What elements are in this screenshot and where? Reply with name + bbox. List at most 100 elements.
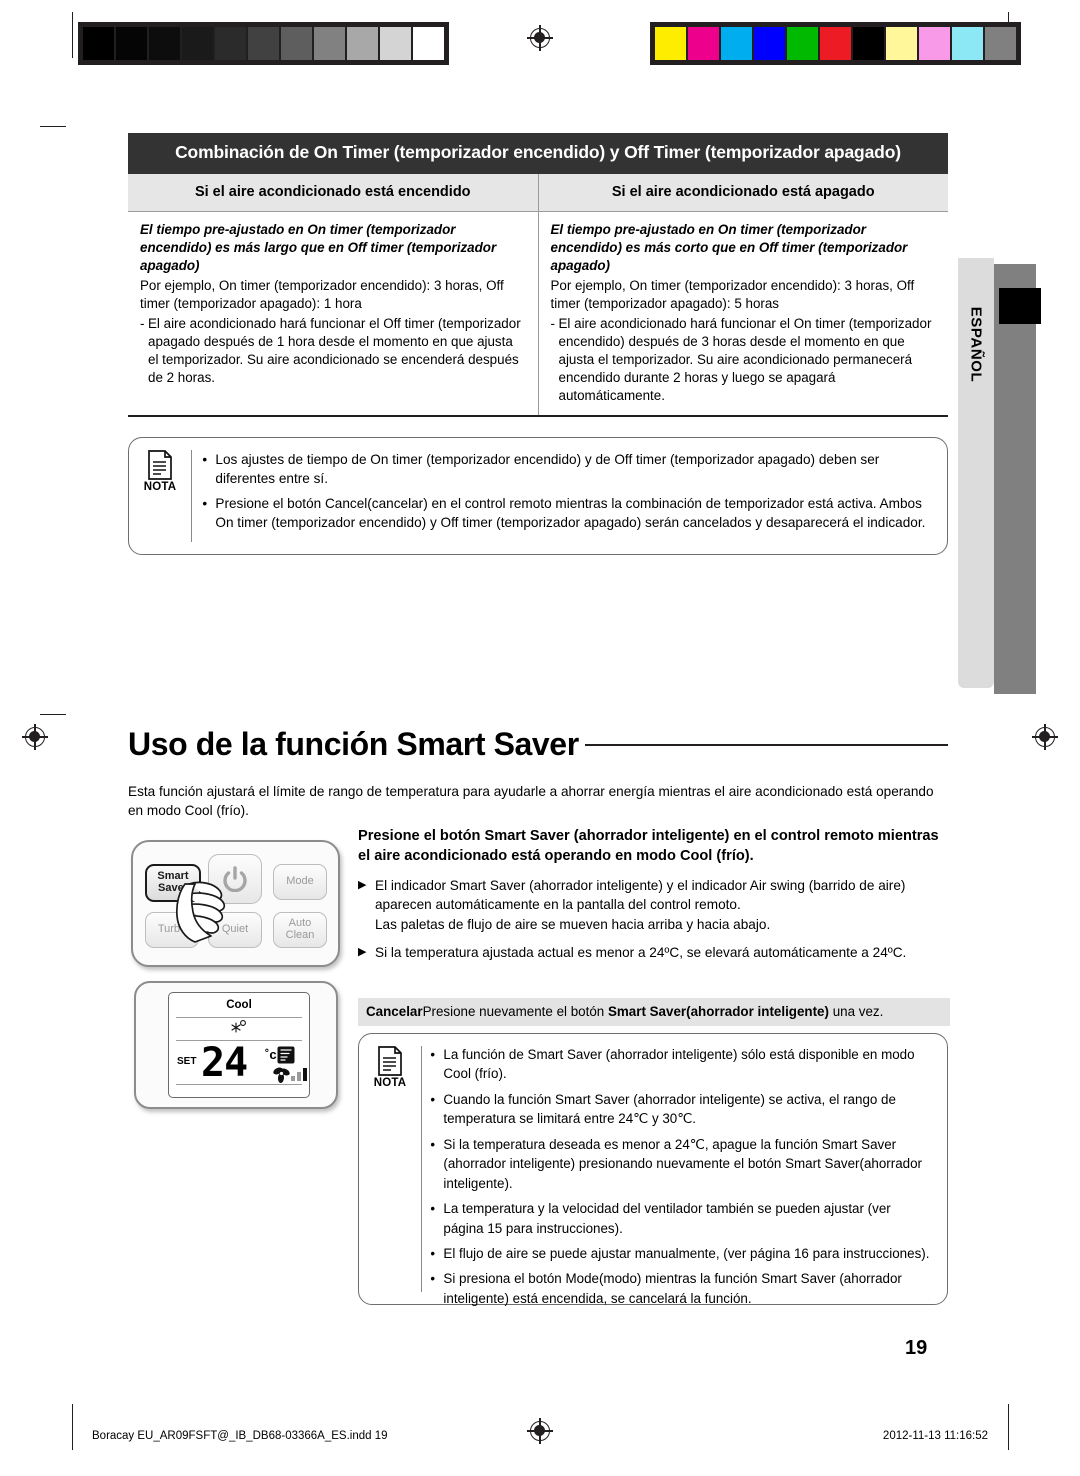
table-header-off: Si el aire acondicionado está apagado	[611, 184, 875, 200]
note-item-text: Los ajustes de tiempo de On timer (tempo…	[215, 452, 880, 487]
arrow-glyph: ▶	[358, 945, 367, 958]
note-item-text: La temperatura y la velocidad del ventil…	[443, 1201, 891, 1236]
language-tab-marker	[999, 288, 1041, 324]
bullet-glyph: •	[430, 1271, 436, 1287]
note-list-item: • Presione el botón Cancel(cancelar) en …	[202, 494, 931, 533]
note-list-item: • Si presiona el botón Mode(modo) mientr…	[430, 1269, 933, 1308]
note-list-item: • Si la temperatura deseada es menor a 2…	[430, 1135, 933, 1193]
remote-button-label: Turbo	[157, 923, 187, 936]
instruction-item: ▶ Si la temperatura ajustada actual es m…	[358, 943, 950, 962]
language-tab-label: ESPAÑOL	[967, 306, 985, 383]
note-body: • La función de Smart Saver (ahorrador i…	[422, 1034, 947, 1306]
note-body: • Los ajustes de tiempo de On timer (tem…	[192, 438, 947, 554]
note-list-item: • La temperatura y la velocidad del vent…	[430, 1199, 933, 1238]
table-cell-heading: El tiempo pre-ajustado en On timer (temp…	[550, 222, 908, 273]
bullet-glyph: •	[202, 495, 208, 511]
bullet-glyph: •	[430, 1091, 436, 1107]
cancel-label: Cancelar	[366, 1004, 423, 1019]
bullet-glyph: •	[430, 1047, 436, 1062]
remote-button-power	[208, 854, 262, 904]
table-cell-right: El tiempo pre-ajustado en On timer (temp…	[539, 212, 949, 415]
remote-button-auto-clean: Auto Clean	[273, 912, 327, 948]
table-body: El tiempo pre-ajustado en On timer (temp…	[128, 211, 948, 417]
fan-speed-bars	[291, 1067, 307, 1081]
language-tab: ESPAÑOL	[958, 258, 994, 688]
table-cell-detail: El aire acondicionado hará funcionar el …	[558, 315, 932, 403]
table-column-headers: Si el aire acondicionado está encendido …	[128, 174, 948, 211]
table-cell-heading: El tiempo pre-ajustado en On timer (temp…	[140, 222, 497, 273]
bullet-glyph: •	[430, 1245, 436, 1261]
table-cell-detail-row: - El aire acondicionado hará funcionar e…	[140, 315, 526, 387]
lcd-divider	[176, 1017, 302, 1018]
note-label: NOTA	[373, 1077, 407, 1089]
table-title: Combinación de On Timer (temporizador en…	[128, 133, 948, 174]
note-list-item: • La función de Smart Saver (ahorrador i…	[430, 1045, 933, 1084]
remote-control-illustration: Smart Saver Mode Turbo Quiet Auto Clean	[131, 840, 340, 967]
trim-mark-bottom-left	[72, 1404, 74, 1450]
fan-bar-1	[297, 1072, 301, 1081]
note-item-text: Si presiona el botón Mode(modo) mientras…	[443, 1271, 902, 1306]
lcd-screen: Cool SET 24 ˚c	[168, 992, 310, 1098]
trim-mark-left-short	[40, 126, 66, 128]
instruction-text: El indicador Smart Saver (ahorrador inte…	[375, 878, 906, 932]
page-title: Uso de la función Smart Saver	[128, 726, 579, 762]
cancel-text-before: Presione nuevamente el botón	[422, 1004, 608, 1019]
footer-filename: Boracay EU_AR09FSFT@_IB_DB68-03366A_ES.i…	[92, 1430, 388, 1442]
lcd-temperature-value: 24	[201, 1040, 248, 1086]
snowflake-icon	[169, 1019, 309, 1038]
instructions-block: Presione el botón Smart Saver (ahorrador…	[358, 827, 950, 971]
registration-mark-right	[1032, 724, 1058, 750]
remote-button-mode: Mode	[273, 864, 327, 900]
note-list-item: • Cuando la función Smart Saver (ahorrad…	[430, 1090, 933, 1129]
cancel-text-after: una vez.	[828, 1004, 884, 1019]
language-tab-bleed	[994, 264, 1036, 694]
lcd-degree-unit: ˚c	[265, 1047, 277, 1062]
trim-mark-left-short-2	[40, 714, 66, 716]
table-cell-left: El tiempo pre-ajustado en On timer (temp…	[128, 212, 539, 415]
trim-mark-bottom-right	[1008, 1404, 1010, 1450]
note-item-text: Cuando la función Smart Saver (ahorrador…	[443, 1091, 896, 1127]
registration-mark-bottom-center	[527, 1418, 553, 1444]
bullet-glyph: •	[430, 1201, 436, 1217]
note-label: NOTA	[143, 481, 177, 493]
note-list-item: • El flujo de aire se puede ajustar manu…	[430, 1244, 933, 1263]
note-icon-column: NOTA	[359, 1034, 421, 1304]
remote-button-smart-saver: Smart Saver	[145, 864, 201, 902]
registration-mark-left	[22, 724, 48, 750]
remote-button-label: Auto Clean	[285, 917, 315, 941]
table-cell-detail: El aire acondicionado hará funcionar el …	[148, 315, 521, 385]
document-note-icon	[377, 1046, 403, 1076]
cancel-instruction-bar: CancelarPresione nuevamente el botón Sma…	[358, 998, 950, 1026]
note-item-text: Si la temperatura deseada es menor a 24℃…	[443, 1136, 923, 1191]
note-item-text: Presione el botón Cancel(cancelar) en el…	[215, 495, 926, 530]
remote-button-label: Quiet	[221, 923, 249, 936]
title-rule	[585, 744, 948, 747]
instruction-item: ▶ El indicador Smart Saver (ahorrador in…	[358, 876, 950, 934]
fan-bar-0	[291, 1076, 295, 1081]
note-box-timer: NOTA • Los ajustes de tiempo de On timer…	[128, 437, 948, 555]
power-icon	[223, 866, 247, 892]
remote-button-label: Smart Saver	[157, 870, 189, 894]
note-icon-column: NOTA	[129, 438, 191, 554]
remote-display-illustration: Cool SET 24 ˚c	[134, 981, 338, 1109]
bullet-glyph: •	[430, 1136, 436, 1152]
table-cell-example: Por ejemplo, On timer (temporizador ence…	[550, 277, 915, 311]
remote-button-label: Mode	[286, 875, 314, 888]
lcd-divider	[176, 1084, 302, 1085]
instruction-text: Si la temperatura ajustada actual es men…	[375, 944, 907, 960]
table-header-on: Si el aire acondicionado está encendido	[128, 174, 539, 211]
document-note-icon	[147, 450, 173, 480]
note-item-text: La función de Smart Saver (ahorrador int…	[443, 1047, 915, 1082]
lcd-mode-label: Cool	[226, 999, 252, 1011]
arrow-glyph: ▶	[358, 879, 367, 892]
bullet-glyph: •	[202, 452, 208, 467]
note-box-smart-saver: NOTA • La función de Smart Saver (ahorra…	[358, 1033, 948, 1306]
timer-combination-table: Combinación de On Timer (temporizador en…	[128, 133, 948, 417]
dash-mark: -	[550, 315, 555, 331]
instructions-heading: Presione el botón Smart Saver (ahorrador…	[358, 828, 939, 864]
table-cell-detail-row: - El aire acondicionado hará funcionar e…	[551, 315, 937, 405]
page-number: 19	[905, 1337, 928, 1359]
fan-bar-2	[303, 1068, 307, 1081]
footer-timestamp: 2012-11-13 11:16:52	[882, 1430, 988, 1442]
table-cell-example: Por ejemplo, On timer (temporizador ence…	[140, 277, 504, 311]
